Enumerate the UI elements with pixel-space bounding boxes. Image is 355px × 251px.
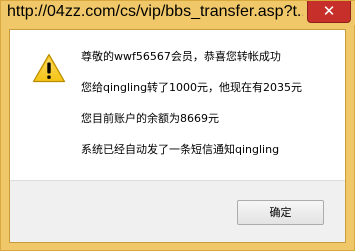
message-line-4: 系统已经自动发了一条短信通知qingling <box>81 143 280 156</box>
title-bar[interactable]: http://04zz.com/cs/vip/bbs_transfer.asp?… <box>1 1 355 25</box>
alert-dialog: http://04zz.com/cs/vip/bbs_transfer.asp?… <box>0 0 355 251</box>
close-icon: ✕ <box>322 2 336 20</box>
ok-button[interactable]: 确定 <box>237 200 324 225</box>
message-line-1: 尊敬的wwf56567会员，恭喜您转帐成功 <box>81 50 281 63</box>
close-button[interactable]: ✕ <box>307 1 351 23</box>
message-line-2: 您给qingling转了1000元，他现在有2035元 <box>81 81 303 94</box>
dialog-body: 尊敬的wwf56567会员，恭喜您转帐成功 您给qingling转了1000元，… <box>9 29 346 243</box>
window-title: http://04zz.com/cs/vip/bbs_transfer.asp?… <box>7 3 303 20</box>
dialog-footer: 确定 <box>10 180 345 242</box>
warning-icon <box>32 53 66 83</box>
message-line-3: 您目前账户的余额为8669元 <box>81 112 219 125</box>
